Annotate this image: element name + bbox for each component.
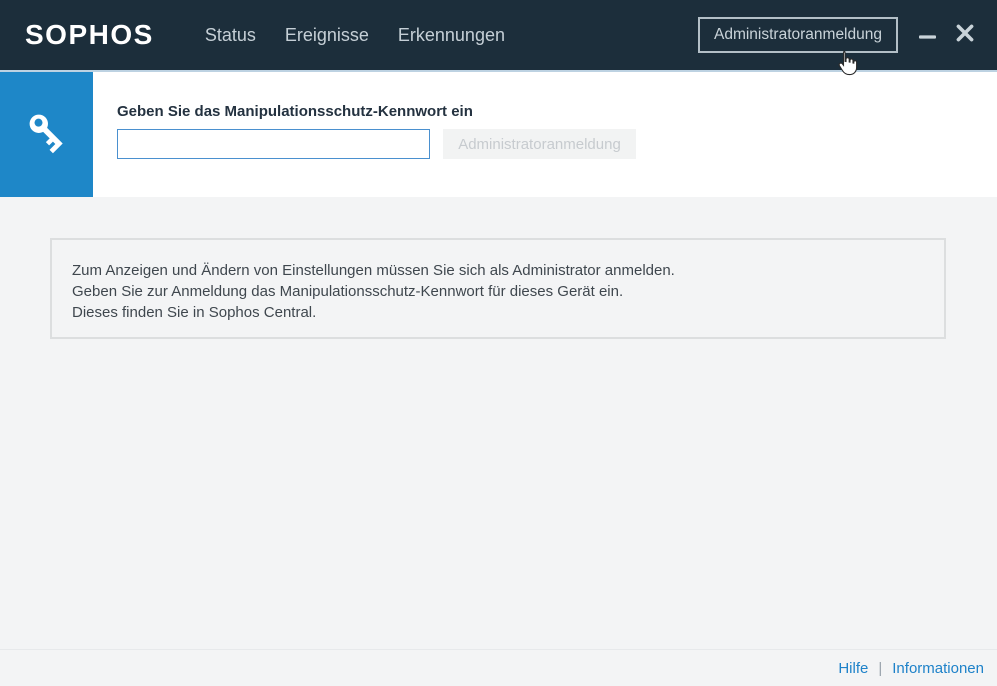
minimize-button[interactable] [908,16,946,54]
key-icon [23,108,71,161]
tamper-password-form: Administratoranmeldung [117,129,636,159]
tamper-panel-body: Geben Sie das Manipulationsschutz-Kennwo… [93,72,636,197]
info-line: Zum Anzeigen und Ändern von Einstellunge… [72,262,675,279]
close-icon [956,24,974,47]
info-line: Dieses finden Sie in Sophos Central. [72,304,317,321]
tamper-protection-panel: Geben Sie das Manipulationsschutz-Kennwo… [0,72,997,197]
main-nav: Status Ereignisse Erkennungen [205,25,505,46]
key-tile [0,72,93,197]
tamper-password-heading: Geben Sie das Manipulationsschutz-Kennwo… [117,103,473,120]
titlebar-right: Administratoranmeldung [697,16,984,54]
footer: Hilfe | Informationen [0,649,997,686]
info-line: Geben Sie zur Anmeldung das Manipulation… [72,283,624,300]
sophos-logo: SOPHOS [25,19,154,50]
admin-info-box: Zum Anzeigen und Ändern von Einstellunge… [50,238,946,339]
nav-item-ereignisse[interactable]: Ereignisse [285,25,369,46]
admin-login-button[interactable]: Administratoranmeldung [697,17,898,53]
help-link[interactable]: Hilfe [838,660,868,677]
admin-login-submit-button[interactable]: Administratoranmeldung [443,129,636,159]
close-button[interactable] [946,16,984,54]
nav-item-status[interactable]: Status [205,25,256,46]
footer-separator: | [878,659,883,677]
titlebar: SOPHOS Status Ereignisse Erkennungen Adm… [0,0,997,72]
window-controls [908,16,984,54]
minimize-icon [918,26,936,44]
informationen-link[interactable]: Informationen [892,660,984,677]
tamper-password-input[interactable] [117,129,430,159]
nav-item-erkennungen[interactable]: Erkennungen [398,25,505,46]
